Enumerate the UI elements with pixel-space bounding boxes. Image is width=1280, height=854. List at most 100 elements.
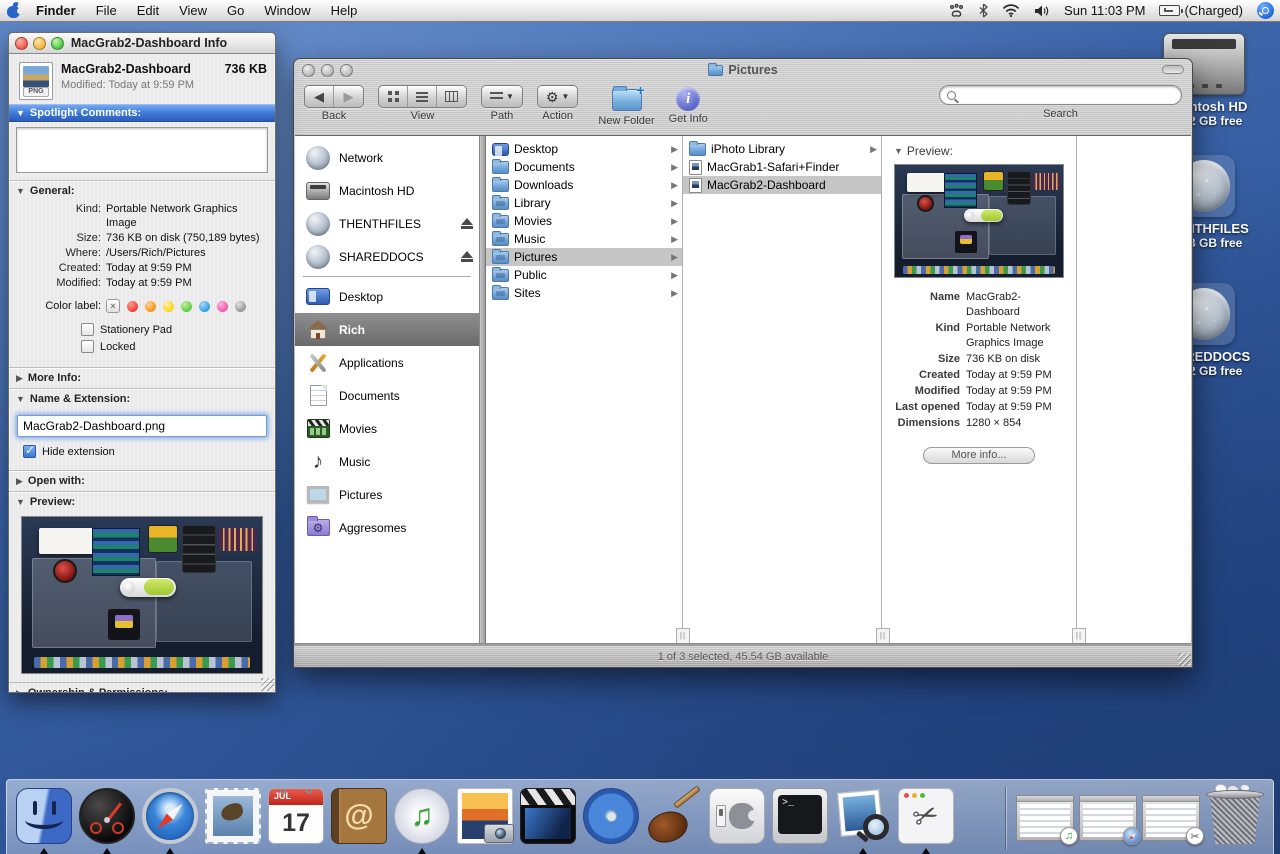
more-info-button[interactable]: More info...	[923, 447, 1035, 464]
battery-menu[interactable]: (Charged)	[1159, 3, 1243, 18]
volume-menu-icon[interactable]	[1034, 4, 1050, 18]
locked-option[interactable]: Locked	[81, 340, 275, 353]
checkbox[interactable]	[81, 340, 94, 353]
apple-menu[interactable]	[0, 0, 26, 22]
dock-mail[interactable]	[204, 787, 262, 845]
dock-ical[interactable]: JUL 17	[267, 787, 325, 845]
checkbox[interactable]	[81, 323, 94, 336]
menu-window[interactable]: Window	[254, 0, 320, 22]
resize-grip[interactable]	[1178, 653, 1191, 666]
dock-imovie[interactable]	[519, 787, 577, 845]
name-extension-section-header[interactable]: ▼ Name & Extension:	[9, 389, 275, 409]
minimized-grab-window[interactable]: ✂	[1142, 795, 1200, 841]
folder-row-movies[interactable]: Movies▶	[486, 212, 682, 230]
general-section-header[interactable]: ▼ General:	[9, 181, 275, 201]
eject-icon[interactable]	[461, 251, 473, 262]
ownership-section-header[interactable]: ▶ Ownership & Permissions:	[9, 682, 275, 693]
folder-row-desktop[interactable]: Desktop▶	[486, 140, 682, 158]
sidebar-item-pictures[interactable]: Pictures	[295, 478, 479, 511]
dock-idvd[interactable]	[582, 787, 640, 845]
column-resize-handle[interactable]: ||	[876, 628, 890, 643]
icon-view-button[interactable]	[379, 86, 408, 107]
folder-row-pictures[interactable]: Pictures▶	[486, 248, 682, 266]
get-info-icon[interactable]: i	[676, 87, 700, 111]
info-title-bar[interactable]: MacGrab2-Dashboard Info	[9, 33, 275, 54]
close-button[interactable]	[15, 37, 28, 50]
sidebar-item-desktop[interactable]: Desktop	[295, 280, 479, 313]
dock-dashboard[interactable]	[78, 787, 136, 845]
resize-grip[interactable]	[261, 678, 274, 691]
folder-row-iphoto-library[interactable]: iPhoto Library▶	[683, 140, 881, 158]
folder-row-documents[interactable]: Documents▶	[486, 158, 682, 176]
preview-section-header[interactable]: ▼ Preview:	[9, 492, 275, 512]
column-resize-handle[interactable]: ||	[676, 628, 690, 643]
hide-extension-option[interactable]: Hide extension	[23, 445, 275, 458]
finder-title-bar[interactable]: Pictures	[294, 59, 1192, 81]
sidebar-item-music[interactable]: ♪ Music	[295, 445, 479, 478]
dock-itunes[interactable]: ♫	[393, 787, 451, 845]
file-row-macgrab2[interactable]: MacGrab2-Dashboard	[683, 176, 881, 194]
sidebar-item-rich[interactable]: Rich	[295, 313, 479, 346]
dock-system-preferences[interactable]	[708, 787, 766, 845]
search-input[interactable]	[939, 85, 1182, 105]
list-view-button[interactable]	[408, 86, 437, 107]
file-row-macgrab1[interactable]: MacGrab1-Safari+Finder	[683, 158, 881, 176]
back-button[interactable]: ◀	[305, 86, 334, 107]
minimize-button[interactable]	[33, 37, 46, 50]
minimized-itunes-window[interactable]: ♫	[1016, 795, 1074, 841]
menu-finder[interactable]: Finder	[26, 0, 86, 22]
sidebar-item-aggresomes[interactable]: ⚙ Aggresomes	[295, 511, 479, 544]
column-resize-handle[interactable]: ||	[1072, 628, 1086, 643]
no-label-button[interactable]: ×	[106, 299, 120, 313]
toolbar-toggle-button[interactable]	[1162, 65, 1184, 74]
new-folder-icon[interactable]	[612, 89, 642, 111]
eject-icon[interactable]	[461, 218, 473, 229]
menu-clock[interactable]: Sun 11:03 PM	[1064, 3, 1145, 18]
label-orange[interactable]	[145, 301, 156, 312]
sidebar-divider[interactable]	[479, 136, 486, 643]
zoom-button[interactable]	[51, 37, 64, 50]
label-gray[interactable]	[235, 301, 246, 312]
label-red[interactable]	[127, 301, 138, 312]
minimized-safari-window[interactable]	[1079, 795, 1137, 841]
dock-iphoto[interactable]	[456, 787, 514, 845]
sidebar-item-movies[interactable]: Movies	[295, 412, 479, 445]
folder-row-downloads[interactable]: Downloads▶	[486, 176, 682, 194]
filename-input[interactable]: MacGrab2-Dashboard.png	[17, 415, 267, 437]
folder-row-library[interactable]: Library▶	[486, 194, 682, 212]
label-pink[interactable]	[217, 301, 228, 312]
menu-go[interactable]: Go	[217, 0, 254, 22]
preview-disclosure[interactable]: ▼ Preview:	[882, 136, 1076, 162]
label-yellow[interactable]	[163, 301, 174, 312]
dock-safari[interactable]	[141, 787, 199, 845]
dock-grab[interactable]: ✂	[897, 787, 955, 845]
sidebar-item-shareddocs[interactable]: SHAREDDOCS	[295, 240, 479, 273]
spotlight-comments-header[interactable]: ▼ Spotlight Comments:	[9, 104, 275, 122]
stationery-pad-option[interactable]: Stationery Pad	[81, 323, 275, 336]
dock-terminal[interactable]: >_	[771, 787, 829, 845]
menu-file[interactable]: File	[86, 0, 127, 22]
folder-row-public[interactable]: Public▶	[486, 266, 682, 284]
action-button[interactable]: ⚙▼	[537, 85, 578, 108]
label-blue[interactable]	[199, 301, 210, 312]
sidebar-item-documents[interactable]: Documents	[295, 379, 479, 412]
forward-button[interactable]: ▶	[334, 86, 363, 107]
paw-menu-icon[interactable]	[948, 3, 965, 18]
menu-view[interactable]: View	[169, 0, 217, 22]
bluetooth-menu-icon[interactable]	[979, 3, 988, 18]
spotlight-icon[interactable]	[1257, 2, 1274, 19]
more-info-section-header[interactable]: ▶ More Info:	[9, 368, 275, 388]
dock-preview[interactable]	[834, 787, 892, 845]
menu-help[interactable]: Help	[321, 0, 368, 22]
dock-trash[interactable]	[1205, 787, 1265, 845]
sidebar-item-network[interactable]: Network	[295, 141, 479, 174]
wifi-menu-icon[interactable]	[1002, 4, 1020, 17]
sidebar-item-thenthfiles[interactable]: THENTHFILES	[295, 207, 479, 240]
open-with-section-header[interactable]: ▶ Open with:	[9, 471, 275, 491]
sidebar-item-macintosh-hd[interactable]: Macintosh HD	[295, 174, 479, 207]
menu-edit[interactable]: Edit	[127, 0, 169, 22]
spotlight-comments-field[interactable]	[16, 127, 268, 173]
file-preview-thumbnail[interactable]	[894, 164, 1064, 278]
folder-row-music[interactable]: Music▶	[486, 230, 682, 248]
path-button[interactable]: ▼	[481, 85, 523, 108]
